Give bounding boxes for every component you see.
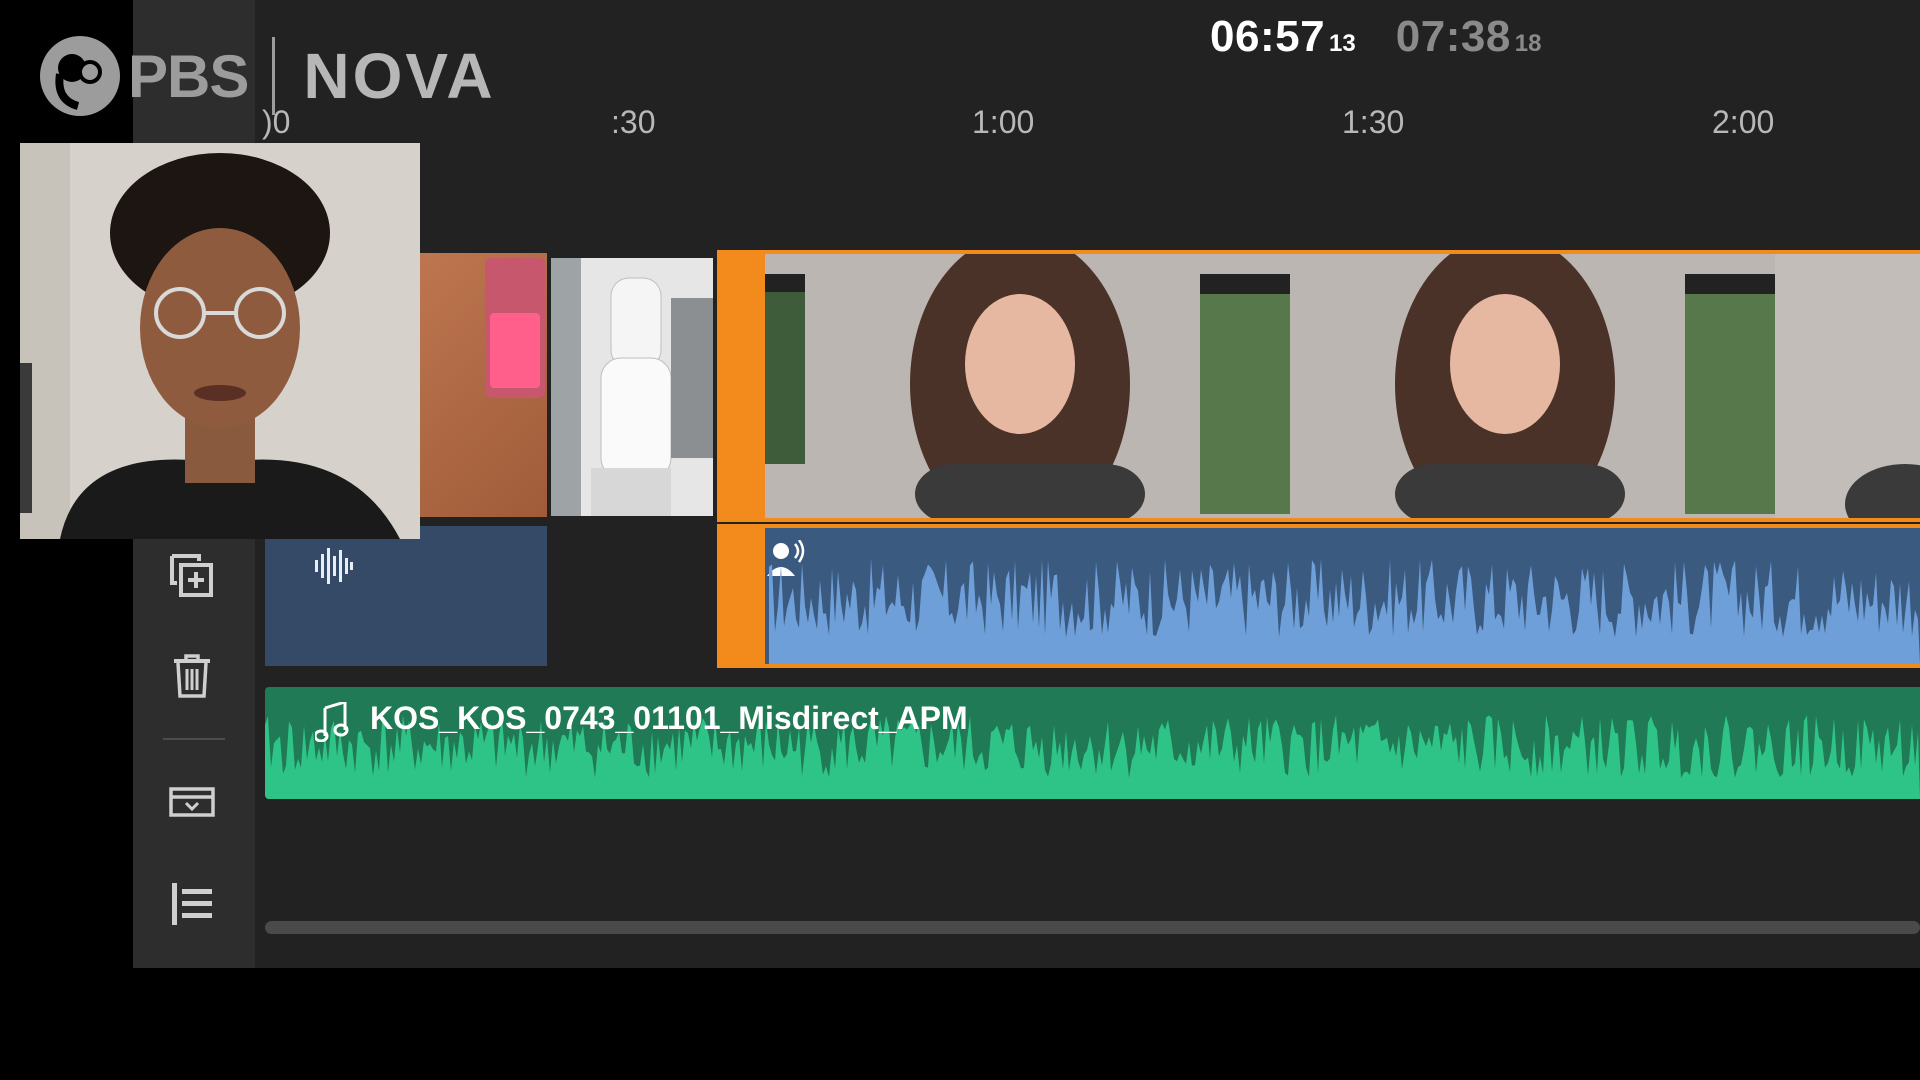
presenter-image (20, 143, 420, 539)
voice-track (255, 522, 1920, 670)
trash-icon (174, 654, 210, 698)
logo-pbs-text: PBS (128, 42, 249, 110)
timecode-display: 06:57 13 07:38 18 (1210, 12, 1578, 62)
timeline-scrollbar[interactable] (265, 921, 1920, 934)
track-list-button[interactable] (168, 880, 216, 928)
duplicate-clip-icon (170, 554, 213, 597)
video-track (255, 250, 1920, 522)
duplicate-clip-button[interactable] (168, 552, 216, 600)
pbs-heads-icon (40, 36, 120, 116)
ruler-label-1-00: 1:00 (972, 104, 1035, 140)
voice-empty-clip[interactable] (265, 526, 547, 666)
clip-trim-handle[interactable] (721, 254, 765, 518)
ruler-label-30: :30 (611, 104, 656, 140)
pbs-nova-logo: PBS NOVA (38, 34, 496, 118)
clip-thumbnail-robot (551, 258, 713, 516)
music-note-icon (315, 702, 349, 742)
total-time: 07:38 (1395, 12, 1511, 61)
collapse-tracks-button[interactable] (168, 778, 216, 826)
video-clip-2[interactable] (551, 258, 713, 516)
ruler-label-1-30: 1:30 (1342, 104, 1405, 140)
logo-nova-text: NOVA (303, 40, 496, 112)
tool-divider (163, 738, 225, 740)
delete-button[interactable] (168, 652, 216, 700)
music-clip-name: KOS_KOS_0743_01101_Misdirect_APM (370, 700, 968, 736)
ruler-label-2-00: 2:00 (1712, 104, 1775, 140)
audio-waveform-icon (315, 548, 353, 584)
voice-audio-clip[interactable] (717, 524, 1920, 668)
video-clip-selected[interactable] (717, 250, 1920, 522)
total-frames: 18 (1514, 30, 1542, 57)
collapse-tracks-icon (169, 787, 215, 817)
current-time: 06:57 (1210, 12, 1326, 61)
clip-thumbnail-interview (765, 254, 1920, 518)
voice-waveform (769, 558, 1920, 664)
track-list-icon (172, 883, 212, 925)
current-frames: 13 (1329, 30, 1356, 57)
presenter-video-overlay (20, 143, 420, 539)
logo-separator (272, 37, 276, 115)
audio-trim-handle[interactable] (721, 528, 765, 664)
